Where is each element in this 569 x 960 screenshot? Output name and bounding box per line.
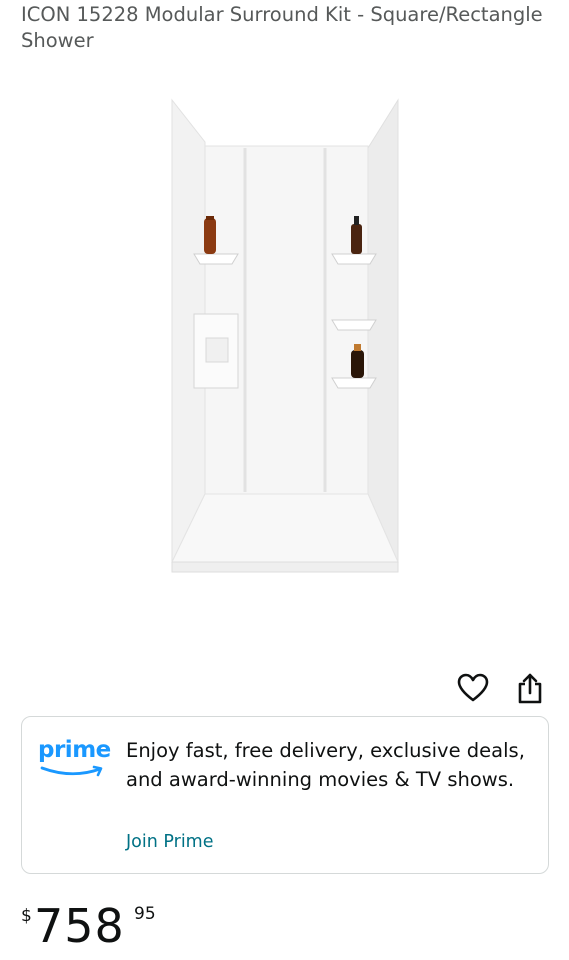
share-icon [518,673,542,704]
add-to-wishlist-button[interactable] [453,668,493,708]
price-currency-symbol: $ [21,906,32,926]
prime-description: Enjoy fast, free delivery, exclusive dea… [126,739,525,791]
product-actions [0,668,569,708]
price-fraction: 95 [134,904,156,924]
prime-logo-text: prime [38,737,111,763]
prime-smile-icon [40,765,103,777]
heart-outline-icon [457,673,489,702]
prime-promo-card: prime Enjoy fast, free delivery, exclusi… [21,716,549,874]
share-button[interactable] [510,668,550,708]
join-prime-link[interactable]: Join Prime [126,832,214,852]
prime-logo: prime [38,737,116,781]
product-title: ICON 15228 Modular Surround Kit - Square… [21,3,543,52]
product-image[interactable] [160,92,410,592]
price-whole: 758 [34,899,125,953]
